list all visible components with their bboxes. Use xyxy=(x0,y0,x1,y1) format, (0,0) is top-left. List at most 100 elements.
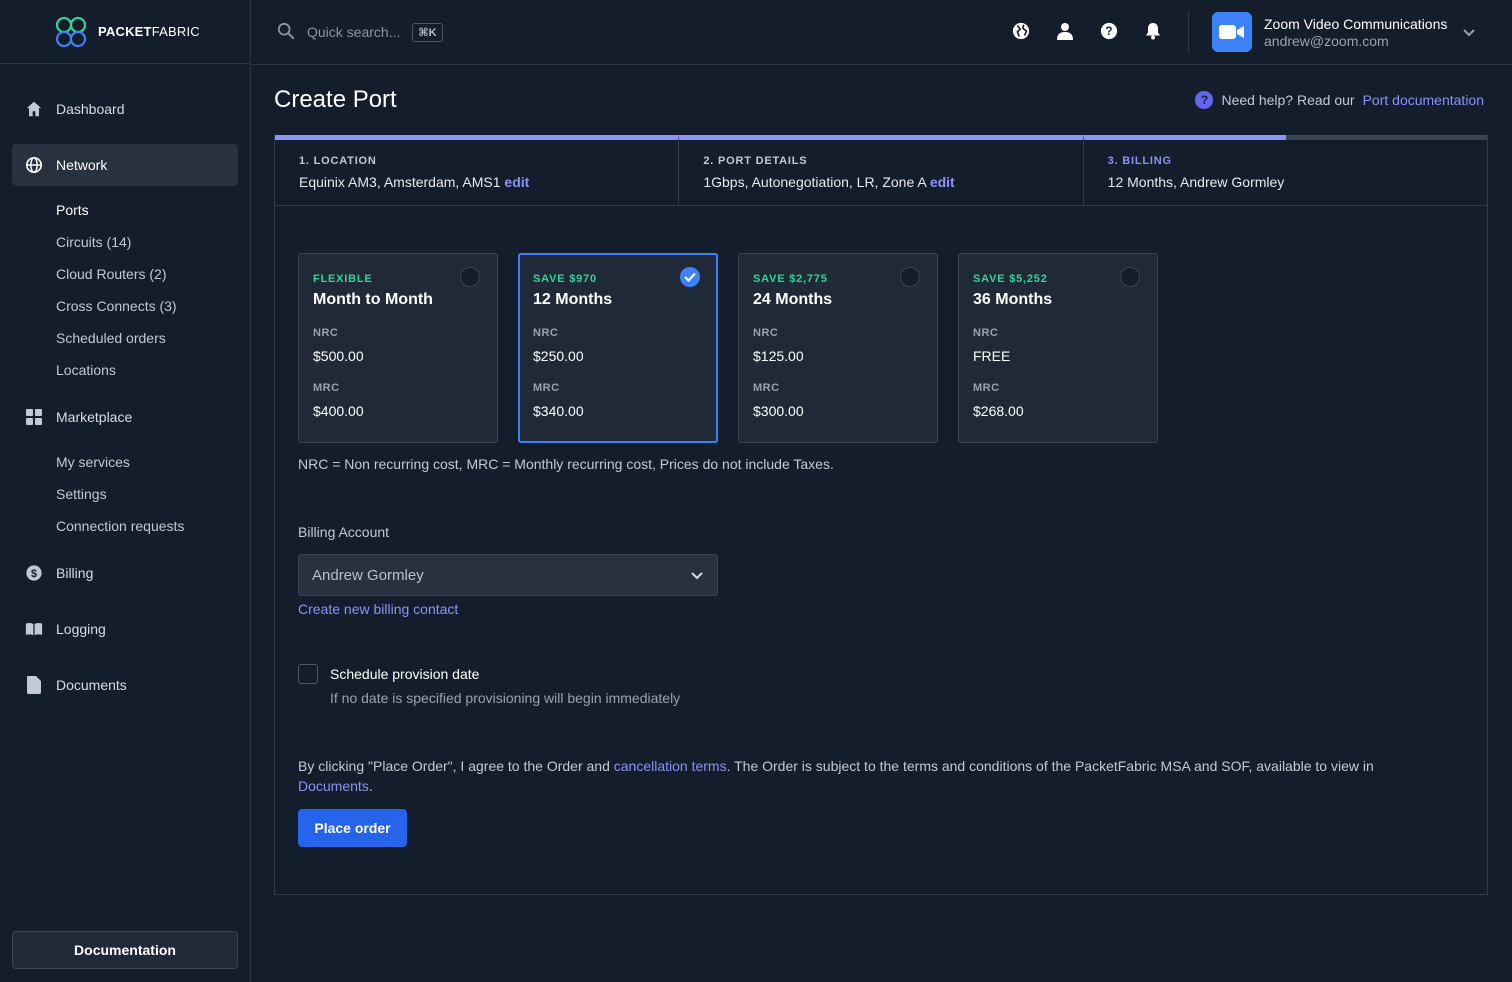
nav-network[interactable]: Network xyxy=(12,144,238,186)
plan-name: Month to Month xyxy=(313,291,433,308)
step-location: 1. LOCATION Equinix AM3, Amsterdam, AMS1… xyxy=(275,135,680,205)
page-title: Create Port xyxy=(274,86,397,113)
plan-mrc-label: MRC xyxy=(313,382,340,394)
plan-nrc-value: $125.00 xyxy=(753,348,804,364)
billing-account-label: Billing Account xyxy=(298,524,390,540)
plan-nrc-label: NRC xyxy=(973,327,999,339)
sidebar-item-ports[interactable]: Ports xyxy=(0,194,250,226)
bell-icon[interactable] xyxy=(1143,21,1163,41)
plan-radio[interactable] xyxy=(900,267,920,287)
search-icon xyxy=(277,22,295,43)
book-icon xyxy=(24,619,44,639)
plan-nrc-label: NRC xyxy=(533,327,559,339)
create-billing-contact-link[interactable]: Create new billing contact xyxy=(298,601,458,617)
quick-search[interactable]: Quick search... ⌘K xyxy=(277,22,443,43)
account-info: Zoom Video Communications andrew@zoom.co… xyxy=(1264,16,1447,49)
grid-icon xyxy=(24,407,44,427)
step-billing: 3. BILLING 12 Months, Andrew Gormley xyxy=(1083,135,1487,205)
user-icon[interactable] xyxy=(1055,21,1075,41)
nav-billing[interactable]: $ Billing xyxy=(12,552,238,594)
search-placeholder: Quick search... xyxy=(307,24,401,40)
chevron-down-icon xyxy=(691,567,703,584)
plan-radio[interactable] xyxy=(1120,267,1140,287)
nav-logging[interactable]: Logging xyxy=(12,608,238,650)
pricing-note: NRC = Non recurring cost, MRC = Monthly … xyxy=(298,456,834,472)
nav-documents[interactable]: Documents xyxy=(12,664,238,706)
plan-radio-checked[interactable] xyxy=(680,267,700,287)
brand-name: PACKETFABRIC xyxy=(98,24,200,39)
svg-text:?: ? xyxy=(1105,25,1112,38)
plan-name: 24 Months xyxy=(753,291,833,308)
edit-port-details-link[interactable]: edit xyxy=(930,174,955,190)
billing-account-value: Andrew Gormley xyxy=(312,566,424,584)
plan-mrc-label: MRC xyxy=(973,382,1000,394)
plan-tag: SAVE $2,775 xyxy=(753,273,828,285)
question-circle-icon: ? xyxy=(1195,91,1214,109)
plan-card-24-months[interactable]: SAVE $2,775 24 Months NRC $125.00 MRC $3… xyxy=(738,253,938,443)
header-divider xyxy=(1188,12,1189,52)
sidebar-item-cross-connects[interactable]: Cross Connects (3) xyxy=(0,290,250,322)
step-port-details: 2. PORT DETAILS 1Gbps, Autonegotiation, … xyxy=(679,135,1084,205)
marketplace-submenu: My services Settings Connection requests xyxy=(0,446,250,542)
help-icon[interactable]: ? xyxy=(1099,21,1119,41)
nav-network-label: Network xyxy=(56,157,108,173)
port-documentation-link[interactable]: Port documentation xyxy=(1363,92,1484,108)
sidebar-item-scheduled-orders[interactable]: Scheduled orders xyxy=(0,322,250,354)
document-icon xyxy=(24,675,44,695)
plan-mrc-label: MRC xyxy=(533,382,560,394)
nav-documents-label: Documents xyxy=(56,677,127,693)
schedule-provision-checkbox[interactable] xyxy=(298,664,318,684)
help-banner: ? Need help? Read our Port documentation xyxy=(1195,91,1484,109)
schedule-provision-help: If no date is specified provisioning wil… xyxy=(330,690,681,706)
plan-nrc-value: FREE xyxy=(973,348,1011,364)
account-email: andrew@zoom.com xyxy=(1264,32,1389,49)
plan-card-month-to-month[interactable]: FLEXIBLE Month to Month NRC $500.00 MRC … xyxy=(298,253,498,443)
plan-radio[interactable] xyxy=(460,267,480,287)
sidebar-item-circuits[interactable]: Circuits (14) xyxy=(0,226,250,258)
chevron-down-icon xyxy=(1463,24,1476,40)
sidebar-item-cloud-routers[interactable]: Cloud Routers (2) xyxy=(0,258,250,290)
plan-tag: SAVE $5,252 xyxy=(973,273,1048,285)
nav-marketplace-label: Marketplace xyxy=(56,409,133,425)
sidebar-item-locations[interactable]: Locations xyxy=(0,354,250,386)
plan-mrc-value: $400.00 xyxy=(313,403,364,419)
globe-icon xyxy=(24,155,44,175)
top-header: Quick search... ⌘K ? Zoom Video Communic… xyxy=(251,0,1512,65)
nav-logging-label: Logging xyxy=(56,621,106,637)
brand-logo[interactable]: PACKETFABRIC xyxy=(0,0,250,64)
plan-mrc-value: $340.00 xyxy=(533,403,584,419)
documents-link[interactable]: Documents xyxy=(298,778,369,794)
nav-billing-label: Billing xyxy=(56,565,94,581)
plan-mrc-label: MRC xyxy=(753,382,780,394)
account-switcher[interactable]: Zoom Video Communications andrew@zoom.co… xyxy=(1212,12,1476,52)
account-name: Zoom Video Communications xyxy=(1264,15,1448,32)
sidebar-item-settings[interactable]: Settings xyxy=(0,478,250,510)
billing-account-select[interactable]: Andrew Gormley xyxy=(298,554,718,596)
network-submenu: Ports Circuits (14) Cloud Routers (2) Cr… xyxy=(0,194,250,386)
edit-location-link[interactable]: edit xyxy=(504,174,529,190)
help-prefix: Need help? Read our xyxy=(1221,92,1355,108)
plan-card-12-months[interactable]: SAVE $970 12 Months NRC $250.00 MRC $340… xyxy=(518,253,718,443)
header-icons: ? xyxy=(1011,21,1163,41)
plan-card-36-months[interactable]: SAVE $5,252 36 Months NRC FREE MRC $268.… xyxy=(958,253,1158,443)
plan-mrc-value: $268.00 xyxy=(973,403,1024,419)
documentation-button[interactable]: Documentation xyxy=(12,931,238,969)
step-port-details-label: 2. PORT DETAILS xyxy=(703,155,808,167)
plan-mrc-value: $300.00 xyxy=(753,403,804,419)
nav-marketplace[interactable]: Marketplace xyxy=(12,396,238,438)
packetfabric-logo-icon xyxy=(55,16,87,47)
wizard-steps: 1. LOCATION Equinix AM3, Amsterdam, AMS1… xyxy=(275,135,1487,206)
sidebar: PACKETFABRIC Dashboard Network Ports Cir… xyxy=(0,0,251,982)
place-order-button[interactable]: Place order xyxy=(298,809,407,847)
home-icon xyxy=(24,99,44,119)
sidebar-item-connection-requests[interactable]: Connection requests xyxy=(0,510,250,542)
cancellation-terms-link[interactable]: cancellation terms xyxy=(614,758,727,774)
svg-text:$: $ xyxy=(31,568,37,580)
step-billing-value: 12 Months, Andrew Gormley xyxy=(1107,174,1285,190)
step-billing-label: 3. BILLING xyxy=(1107,155,1172,167)
sidebar-item-my-services[interactable]: My services xyxy=(0,446,250,478)
network-globe-icon[interactable] xyxy=(1011,21,1031,41)
nav-dashboard[interactable]: Dashboard xyxy=(12,88,238,130)
plan-nrc-label: NRC xyxy=(313,327,339,339)
schedule-provision-label[interactable]: Schedule provision date xyxy=(330,666,479,682)
